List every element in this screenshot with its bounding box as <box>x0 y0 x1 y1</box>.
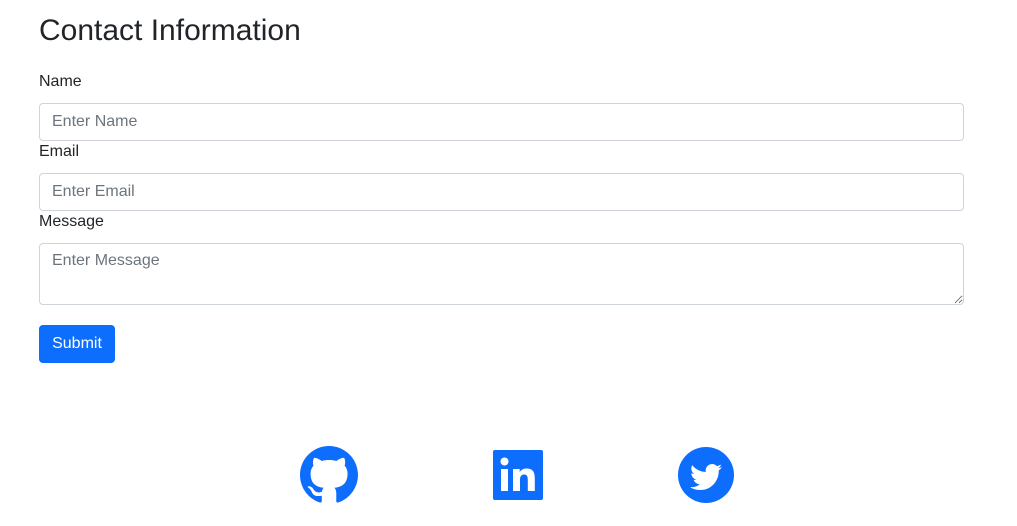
email-input[interactable] <box>39 173 964 211</box>
linkedin-icon <box>493 450 543 500</box>
twitter-link[interactable] <box>677 446 735 504</box>
twitter-icon <box>678 447 734 503</box>
email-label: Email <box>39 143 80 160</box>
name-label: Name <box>39 73 82 90</box>
contact-page: Contact Information Name Email Message S… <box>0 0 1017 526</box>
page-title: Contact Information <box>39 14 301 47</box>
name-input[interactable] <box>39 103 964 141</box>
linkedin-link[interactable] <box>490 446 548 504</box>
submit-button[interactable]: Submit <box>39 325 115 363</box>
github-icon <box>300 446 358 503</box>
message-textarea[interactable] <box>39 243 964 305</box>
github-link[interactable] <box>300 446 358 504</box>
message-label: Message <box>39 213 104 230</box>
